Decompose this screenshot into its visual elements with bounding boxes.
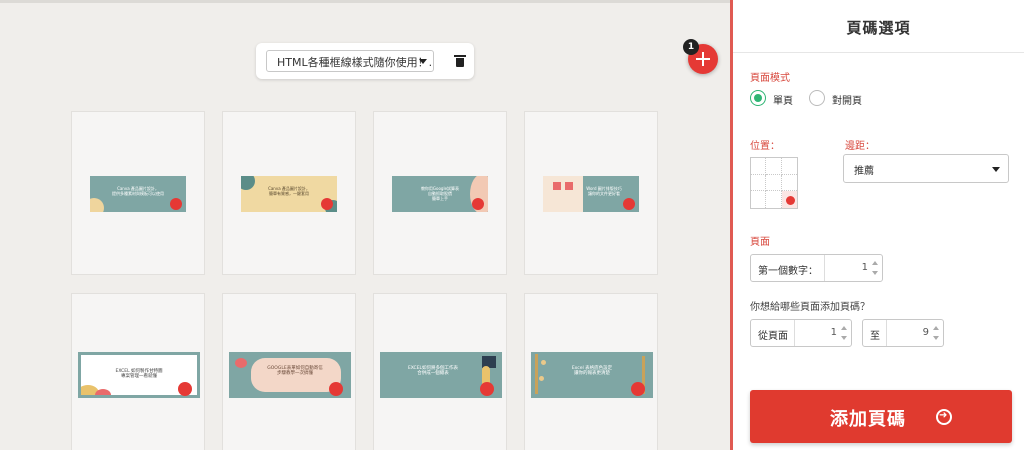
page-thumbnail[interactable]: Canva 產品圖片設計， 提供多種素材與模板可以使用 bbox=[71, 111, 205, 275]
stepper-icon[interactable] bbox=[872, 261, 878, 275]
trash-icon[interactable] bbox=[454, 55, 466, 67]
first-number-label: 第一個數字： bbox=[751, 255, 825, 281]
caret-down-icon bbox=[419, 59, 427, 64]
file-name: HTML各種框線樣式隨你使用！.p bbox=[277, 56, 434, 69]
page-number-marker bbox=[170, 198, 182, 210]
position-bottom-center[interactable] bbox=[766, 191, 782, 208]
page-thumbnail[interactable]: Excel 表格底色設定 讓你的報表更清楚 bbox=[524, 293, 658, 450]
radio-facing-pages-label[interactable]: 對開頁 bbox=[832, 92, 862, 107]
stepper-icon[interactable] bbox=[841, 326, 847, 340]
file-count-badge: 1 bbox=[683, 39, 699, 55]
position-middle-center[interactable] bbox=[766, 174, 782, 192]
which-pages-label: 你想給哪些頁面添加頁碼？ bbox=[750, 302, 870, 313]
panel-title: 頁碼選項 bbox=[846, 19, 911, 37]
position-label: 位置： bbox=[750, 141, 780, 152]
to-page-label: 至 bbox=[863, 320, 887, 346]
position-middle-right[interactable] bbox=[781, 175, 797, 192]
position-middle-left[interactable] bbox=[751, 174, 767, 192]
page-number-marker bbox=[321, 198, 333, 210]
first-number-input[interactable]: 第一個數字： 1 bbox=[750, 254, 883, 282]
page-thumbnail[interactable]: GOOGLE表單如何自動寄信 步驟教學一次搞懂 bbox=[222, 293, 356, 450]
page-number-marker bbox=[472, 198, 484, 210]
page-preview-text: EXCEL 如何製作甘特圖 專案管理一看就懂 bbox=[115, 369, 163, 379]
page-thumbnail[interactable]: Canva 產品圖片設計， 簡單有質感，一鍵套用 bbox=[222, 111, 356, 275]
page-preview-text: Word 圖片排版技巧 讓你的文件更好看 bbox=[586, 186, 622, 196]
page-mode-label: 頁面模式 bbox=[750, 73, 790, 84]
radio-facing-pages[interactable] bbox=[809, 90, 825, 106]
margin-select[interactable]: 推薦 bbox=[843, 154, 1009, 183]
margin-select-value: 推薦 bbox=[854, 166, 874, 177]
page-number-options-panel: 頁碼選項 頁面模式 單頁 對開頁 位置： 邊距： 推薦 頁面 第一個數字： 1 … bbox=[730, 0, 1024, 450]
panel-header: 頁碼選項 bbox=[733, 0, 1024, 53]
from-page-label: 從頁面 bbox=[751, 320, 795, 346]
page-workspace: HTML各種框線樣式隨你使用！.p 1 Canva 產品圖片設計， 提供多種素材… bbox=[0, 3, 730, 450]
first-number-value: 1 bbox=[861, 262, 868, 273]
page-thumbnail[interactable]: EXCEL 如何製作甘特圖 專案管理一看就懂 bbox=[71, 293, 205, 450]
page-thumbnail[interactable]: Word 圖片排版技巧 讓你的文件更好看 bbox=[524, 111, 658, 275]
radio-single-page-label[interactable]: 單頁 bbox=[773, 92, 793, 107]
position-top-left[interactable] bbox=[751, 158, 767, 175]
page-thumbnail[interactable]: EXCEL如何將多個工作表 合併成一個總表 bbox=[373, 293, 507, 450]
pages-label: 頁面 bbox=[750, 237, 770, 248]
file-select-dropdown[interactable]: HTML各種框線樣式隨你使用！.p bbox=[266, 50, 434, 72]
stepper-icon[interactable] bbox=[933, 326, 939, 340]
page-number-marker bbox=[480, 382, 494, 396]
position-grid[interactable] bbox=[750, 157, 798, 209]
page-thumbnail[interactable]: 教你用Google試算表 自動抓取股價 簡單上手 bbox=[373, 111, 507, 275]
page-number-marker bbox=[631, 382, 645, 396]
selected-position-marker bbox=[786, 196, 795, 205]
add-page-numbers-label: 添加頁碼 bbox=[830, 409, 906, 430]
to-page-value: 9 bbox=[922, 327, 929, 338]
page-number-marker bbox=[178, 382, 192, 396]
arrow-right-circle-icon bbox=[936, 409, 952, 425]
page-number-marker bbox=[329, 382, 343, 396]
page-preview-text: Canva 產品圖片設計， 簡單有質感，一鍵套用 bbox=[268, 186, 310, 196]
margin-label: 邊距： bbox=[845, 141, 875, 152]
radio-single-page[interactable] bbox=[750, 90, 766, 106]
page-preview-text: Canva 產品圖片設計， 提供多種素材與模板可以使用 bbox=[112, 186, 164, 196]
from-page-input[interactable]: 從頁面 1 bbox=[750, 319, 852, 347]
to-page-input[interactable]: 至 9 bbox=[862, 319, 944, 347]
add-page-numbers-button[interactable]: 添加頁碼 bbox=[750, 390, 1012, 443]
page-preview-text: Excel 表格底色設定 讓你的報表更清楚 bbox=[571, 366, 613, 376]
position-top-right[interactable] bbox=[781, 158, 797, 175]
page-preview-text: EXCEL如何將多個工作表 合併成一個總表 bbox=[407, 366, 459, 376]
page-preview-text: GOOGLE表單如何自動寄信 步驟教學一次搞懂 bbox=[267, 366, 323, 376]
position-bottom-left[interactable] bbox=[751, 191, 767, 208]
caret-down-icon bbox=[992, 167, 1000, 172]
position-top-center[interactable] bbox=[766, 158, 782, 175]
from-page-value: 1 bbox=[830, 327, 837, 338]
page-number-marker bbox=[623, 198, 635, 210]
file-toolbar: HTML各種框線樣式隨你使用！.p bbox=[256, 43, 474, 79]
